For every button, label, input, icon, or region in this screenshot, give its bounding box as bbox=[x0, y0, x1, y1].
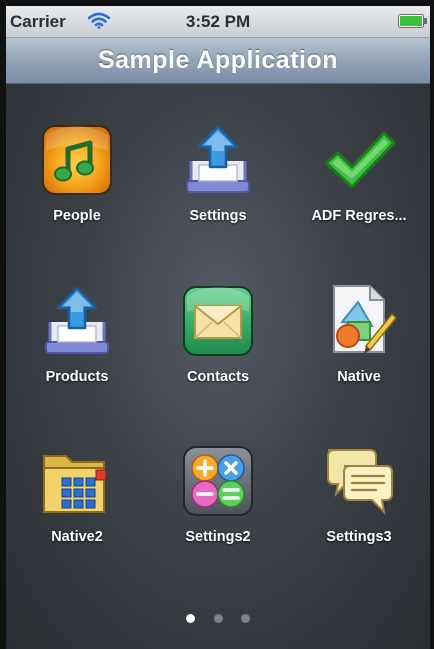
app-label: Contacts bbox=[186, 369, 250, 385]
app-label: Settings2 bbox=[185, 529, 251, 545]
status-bar: Carrier 3:52 PM bbox=[6, 6, 430, 38]
device-screen: Carrier 3:52 PM Sample Application Peopl… bbox=[0, 0, 434, 649]
envelope-icon bbox=[179, 282, 257, 360]
page-indicator[interactable] bbox=[6, 610, 430, 628]
checkmark-icon bbox=[320, 121, 398, 199]
battery-icon bbox=[398, 14, 428, 33]
status-time: 3:52 PM bbox=[185, 12, 251, 31]
app-people[interactable]: People bbox=[6, 121, 148, 224]
music-note-icon bbox=[38, 121, 116, 199]
calculator-icon bbox=[179, 442, 257, 520]
app-native[interactable]: Native bbox=[288, 282, 430, 385]
app-settings[interactable]: Settings bbox=[147, 121, 289, 224]
chat-bubbles-icon bbox=[320, 442, 398, 520]
upload-tray-icon bbox=[179, 121, 257, 199]
page-dot-3[interactable] bbox=[240, 614, 250, 623]
page-title: Sample Application bbox=[97, 46, 339, 74]
app-label: People bbox=[53, 208, 101, 224]
page-dot-2[interactable] bbox=[213, 614, 223, 623]
app-adf-regression[interactable]: ADF Regres... bbox=[288, 121, 430, 224]
app-native2[interactable]: Native2 bbox=[6, 442, 148, 545]
navigation-bar: Sample Application bbox=[6, 38, 430, 84]
app-label: Settings3 bbox=[326, 529, 392, 545]
app-label: Native2 bbox=[51, 529, 103, 545]
page-dot-1[interactable] bbox=[186, 614, 196, 623]
app-settings3[interactable]: Settings3 bbox=[288, 442, 430, 545]
app-products[interactable]: Products bbox=[6, 282, 148, 385]
drawing-icon bbox=[320, 282, 398, 360]
app-label: ADF Regres... bbox=[311, 208, 407, 224]
app-contacts[interactable]: Contacts bbox=[147, 282, 289, 385]
upload-tray-icon bbox=[38, 282, 116, 360]
folder-grid-icon bbox=[38, 442, 116, 520]
app-label: Native bbox=[337, 369, 381, 385]
app-label: Settings bbox=[189, 208, 247, 224]
app-grid: People Settings ADF Regres... Products C… bbox=[6, 84, 430, 649]
app-settings2[interactable]: Settings2 bbox=[147, 442, 289, 545]
app-label: Products bbox=[45, 369, 109, 385]
